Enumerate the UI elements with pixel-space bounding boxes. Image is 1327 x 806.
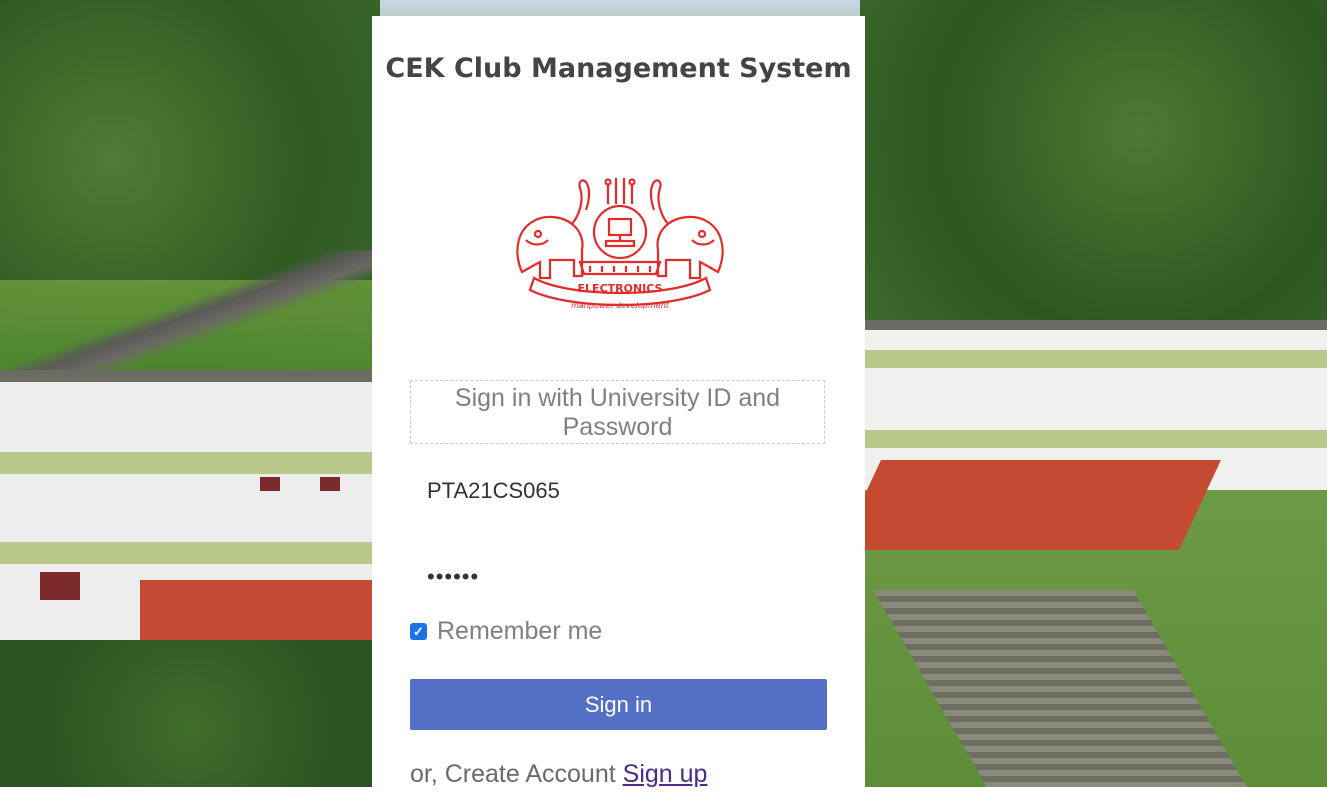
svg-text:manpower development: manpower development [571, 301, 670, 310]
create-account-text: or, Create Account [410, 760, 616, 788]
electronics-logo: ELECTRONICS manpower development [516, 178, 724, 310]
create-account-row: or, Create Account Sign up [410, 760, 707, 789]
university-id-input[interactable] [410, 465, 825, 517]
remember-me-label: Remember me [437, 617, 603, 645]
sign-up-link[interactable]: Sign up [623, 760, 708, 788]
sign-in-button[interactable]: Sign in [410, 679, 827, 730]
svg-text:ELECTRONICS: ELECTRONICS [578, 282, 663, 295]
password-input[interactable] [410, 551, 825, 603]
page-title: CEK Club Management System [385, 53, 852, 84]
signin-hint: Sign in with University ID and Password [410, 380, 825, 444]
login-card: CEK Club Management System ELECTRONICS m… [372, 16, 865, 806]
remember-me: ✓ Remember me [410, 617, 602, 646]
remember-me-checkbox[interactable]: ✓ [410, 623, 427, 640]
